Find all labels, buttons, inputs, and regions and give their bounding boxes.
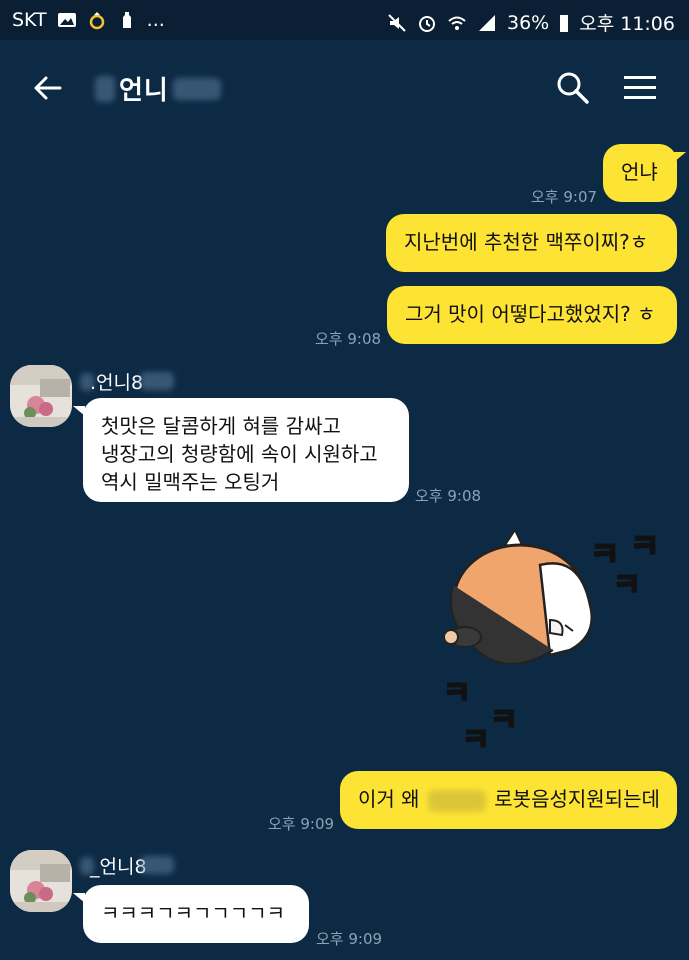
sender-name: _언니8	[90, 856, 147, 878]
message-time: 오후 9:08	[415, 487, 482, 505]
avatar[interactable]	[10, 365, 72, 427]
message-time: 오후 9:09	[268, 815, 335, 833]
character-figure	[443, 527, 593, 665]
my-message-bubble[interactable]: 지난번에 추천한 맥쭈이찌?ㅎ	[386, 214, 677, 272]
search-icon[interactable]	[555, 70, 591, 106]
mute-icon	[388, 13, 406, 32]
message-time: 오후 9:09	[316, 930, 383, 948]
bubble-tail	[73, 406, 85, 416]
clock: 오후 11:06	[579, 13, 675, 35]
other-message-bubble[interactable]: 첫맛은 달콤하게 혀를 감싸고 냉장고의 청량함에 속이 시원하고 역시 밀맥주…	[83, 398, 409, 502]
battery-icon	[560, 14, 569, 32]
blurred-name	[140, 856, 174, 874]
more-indicator: ...	[146, 9, 165, 31]
blurred-name	[172, 77, 221, 100]
message-time: 오후 9:07	[531, 188, 598, 206]
message-line: 첫맛은 달콤하게 혀를 감싸고	[101, 414, 341, 438]
sticker-laugh-text: ㅋ	[443, 676, 471, 711]
other-message-bubble[interactable]: ㅋㅋㅋㄱㅋㄱㄱㄱㄱㅋ	[83, 885, 309, 943]
message-text: ㅋㅋㅋㄱㅋㄱㄱㄱㄱㅋ	[101, 901, 285, 925]
signal-icon	[479, 14, 495, 31]
status-bar: SKT ... 36% 오후 11:06	[0, 0, 689, 40]
wifi-icon	[448, 16, 466, 30]
menu-icon[interactable]	[624, 74, 656, 102]
chat-header: 언니	[0, 40, 689, 135]
sticker-laugh-text: ㅋ	[490, 703, 518, 738]
my-message-bubble[interactable]: 그거 맛이 어떻다고했었지? ㅎ	[387, 286, 677, 344]
bubble-tail	[674, 152, 686, 162]
chat-title-text: 언니	[119, 76, 169, 106]
carrier-label: SKT	[12, 9, 47, 31]
my-message-bubble[interactable]: 이거 왜 로봇음성지원되는데	[340, 771, 677, 829]
message-line: 역시 밀맥주는 오팅거	[101, 470, 280, 494]
my-message-bubble[interactable]: 언냐	[603, 144, 677, 202]
image-icon	[57, 13, 76, 27]
laughing-character-sticker[interactable]: ㅋ ㅋ ㅋ ㅋ ㅋ ㅋ	[435, 525, 675, 760]
ring-icon	[89, 12, 104, 30]
message-text: 언냐	[621, 160, 658, 184]
avatar-image	[10, 850, 72, 912]
alarm-icon	[419, 15, 435, 32]
avatar[interactable]	[10, 850, 72, 912]
blurred-name	[427, 789, 486, 812]
chat-title: 언니	[95, 70, 221, 107]
avatar-image	[10, 365, 72, 427]
sticker-laugh-text: ㅋ	[630, 527, 659, 565]
message-line: 냉장고의 청량함에 속이 시원하고	[101, 442, 378, 466]
message-text: 이거 왜	[358, 787, 420, 811]
message-text: 로봇음성지원되는데	[494, 787, 660, 811]
sender-name: .언니8	[90, 372, 144, 394]
blurred-name	[140, 372, 174, 390]
sticker-laugh-text: ㅋ	[462, 723, 490, 758]
bubble-tail	[73, 893, 85, 903]
blurred-name	[95, 75, 115, 102]
sticker-laugh-text: ㅋ	[613, 568, 641, 603]
bottle-icon	[122, 12, 131, 28]
back-arrow-icon[interactable]	[30, 70, 66, 106]
message-text: 그거 맛이 어떻다고했었지? ㅎ	[405, 302, 656, 326]
battery-percent: 36%	[507, 11, 550, 34]
message-time: 오후 9:08	[315, 330, 382, 348]
message-text: 지난번에 추천한 맥쭈이찌?ㅎ	[404, 230, 649, 254]
